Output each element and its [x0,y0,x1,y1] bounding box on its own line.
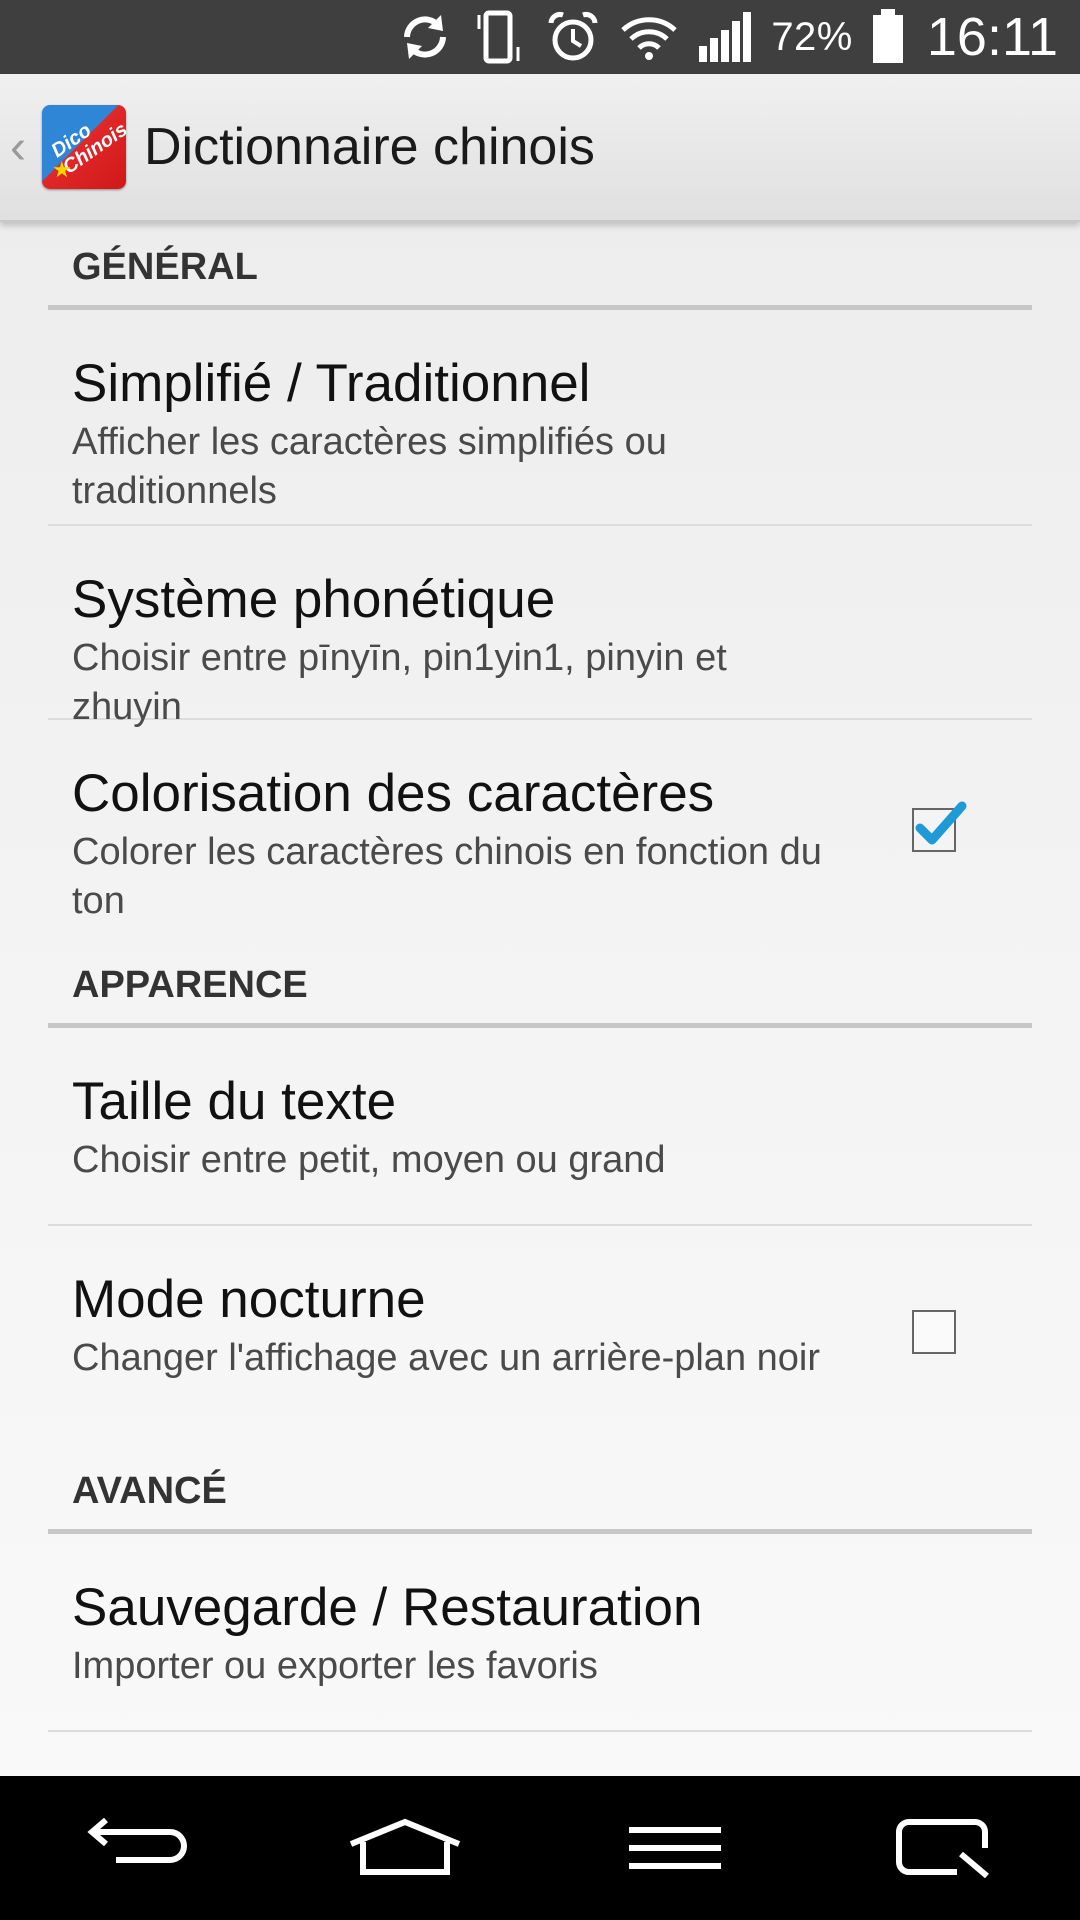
pref-character-coloring[interactable]: Colorisation des caractères Colorer les … [48,720,1032,938]
pref-summary: Afficher les caractères simplifiés ou tr… [72,421,667,512]
back-icon [87,1818,187,1863]
up-chevron-icon[interactable]: ‹ [10,120,38,175]
vibrate-icon [471,7,527,67]
battery-percent: 72% [771,14,853,59]
night-mode-checkbox[interactable] [912,1310,956,1354]
pref-summary: Changer l'affichage avec un arrière-plan… [72,1337,820,1379]
preferences-list: GÉNÉRAL Simplifié / Traditionnel Affiche… [48,220,1032,1732]
clock: 16:11 [926,7,1058,67]
sync-icon [397,9,453,65]
pref-backup-restore[interactable]: Sauvegarde / Restauration Importer ou ex… [48,1534,1032,1732]
recent-apps-icon [896,1819,989,1878]
status-bar: 72% 16:11 [0,0,1080,74]
app-logo[interactable]: Dico Chinois ★ [42,105,126,189]
signal-icon [697,10,753,64]
pref-title: Mode nocturne [72,1270,426,1329]
pref-simplified-traditional[interactable]: Simplifié / Traditionnel Afficher les ca… [48,310,1032,526]
pref-title: Système phonétique [72,570,556,629]
pref-title: Taille du texte [72,1072,397,1131]
section-header-advanced: AVANCÉ [48,1444,1032,1534]
wifi-icon [619,12,679,62]
battery-icon [871,9,905,65]
section-header-appearance: APPARENCE [48,938,1032,1028]
pref-summary: Choisir entre pīnyīn, pin1yin1, pinyin e… [72,637,727,728]
pref-summary: Choisir entre petit, moyen ou grand [72,1139,666,1181]
pref-title: Colorisation des caractères [72,764,715,823]
star-icon: ★ [52,157,72,182]
pref-summary: Importer ou exporter les favoris [72,1645,598,1687]
action-bar: ‹ Dico Chinois ★ Dictionnaire chinois [0,74,1080,222]
pref-title: Sauvegarde / Restauration [72,1578,703,1637]
recent-apps-button[interactable] [865,1798,1025,1898]
page-title: Dictionnaire chinois [144,118,595,176]
menu-icon [629,1827,721,1869]
section-header-general: GÉNÉRAL [48,220,1032,310]
home-button[interactable] [325,1798,485,1898]
pref-title: Simplifié / Traditionnel [72,354,591,413]
pref-text-size[interactable]: Taille du texte Choisir entre petit, moy… [48,1028,1032,1226]
back-button[interactable] [55,1798,215,1898]
pref-night-mode[interactable]: Mode nocturne Changer l'affichage avec u… [48,1226,1032,1444]
navigation-bar [0,1776,1080,1920]
coloring-checkbox[interactable] [912,801,967,852]
menu-button[interactable] [595,1798,755,1898]
alarm-icon [545,9,601,65]
checkmark-icon [915,801,967,845]
pref-summary: Colorer les caractères chinois en foncti… [72,831,822,922]
pref-phonetic-system[interactable]: Système phonétique Choisir entre pīnyīn,… [48,526,1032,728]
home-icon [349,1818,461,1875]
